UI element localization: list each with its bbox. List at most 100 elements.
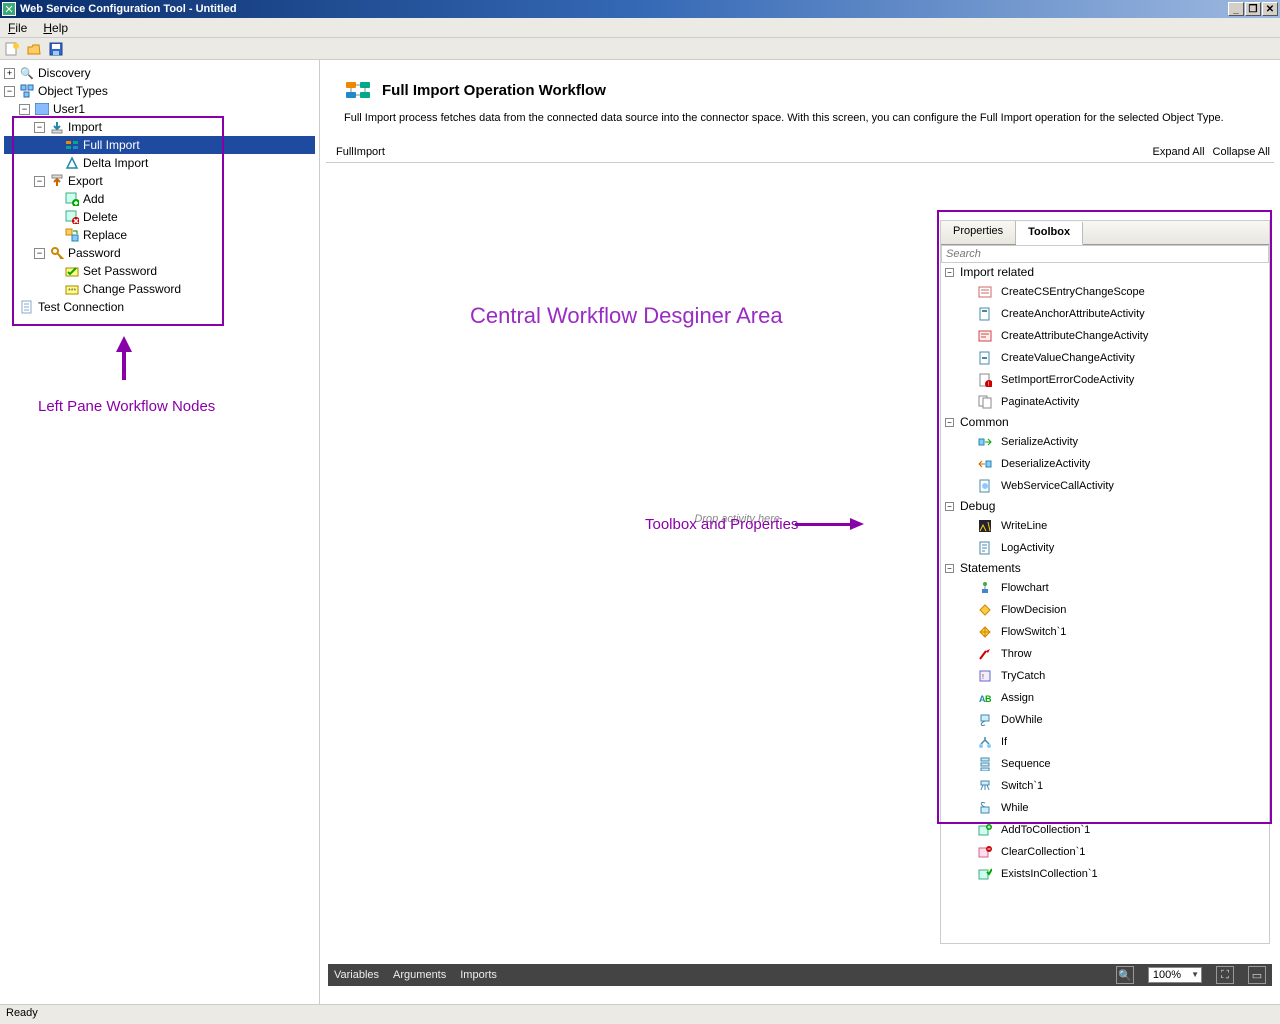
object-types-icon xyxy=(19,83,35,99)
toolbox-item-webservicecallactivity[interactable]: WebServiceCallActivity xyxy=(941,475,1269,497)
menu-file[interactable]: File xyxy=(0,19,35,37)
tree-node-test-connection[interactable]: Test Connection xyxy=(4,298,315,316)
existsincollection-icon xyxy=(977,866,993,882)
svg-text:B: B xyxy=(985,694,992,704)
password-icon xyxy=(49,245,65,261)
toolbox-group-debug[interactable]: −Debug xyxy=(941,497,1269,515)
close-button[interactable]: ✕ xyxy=(1262,2,1278,16)
tab-toolbox[interactable]: Toolbox xyxy=(1016,222,1083,245)
toolbox-list[interactable]: −Import related CreateCSEntryChangeScope… xyxy=(941,263,1269,943)
toolbox-item-clearcollection[interactable]: ClearCollection`1 xyxy=(941,841,1269,863)
activity-icon xyxy=(977,456,993,472)
imports-link[interactable]: Imports xyxy=(460,969,497,981)
minimize-button[interactable]: _ xyxy=(1228,2,1244,16)
svg-text:***: *** xyxy=(68,288,76,295)
tree-node-change-password[interactable]: *** Change Password xyxy=(4,280,315,298)
toolbox-item-flowdecision[interactable]: FlowDecision xyxy=(941,599,1269,621)
tree-node-user1[interactable]: − User1 xyxy=(4,100,315,118)
expand-icon[interactable]: + xyxy=(4,68,15,79)
tree-node-add[interactable]: Add xyxy=(4,190,315,208)
collapse-icon[interactable]: − xyxy=(34,248,45,259)
expand-all-link[interactable]: Expand All xyxy=(1153,146,1205,158)
toolbox-item-flowchart[interactable]: Flowchart xyxy=(941,577,1269,599)
toolbox-item-createcsentrychangescope[interactable]: CreateCSEntryChangeScope xyxy=(941,281,1269,303)
toolbox-item-flowswitch[interactable]: FlowSwitch`1 xyxy=(941,621,1269,643)
tree-node-import[interactable]: − Import xyxy=(4,118,315,136)
toolbox-item-dowhile[interactable]: DoWhile xyxy=(941,709,1269,731)
toolbar-save-icon[interactable] xyxy=(48,41,64,57)
flowchart-icon xyxy=(977,580,993,596)
collapse-icon[interactable]: − xyxy=(34,176,45,187)
toolbox-item-while[interactable]: While xyxy=(941,797,1269,819)
toolbox-item-addtocollection[interactable]: AddToCollection`1 xyxy=(941,819,1269,841)
toolbox-item-switch[interactable]: Switch`1 xyxy=(941,775,1269,797)
left-pane: + 🔍 Discovery − Object Types − User1 − I… xyxy=(0,60,320,1004)
tree-node-password[interactable]: − Password xyxy=(4,244,315,262)
canvas-breadcrumb-bar: FullImport Expand All Collapse All xyxy=(326,144,1274,163)
overview-icon[interactable]: ▭ xyxy=(1248,966,1266,984)
flowdecision-icon xyxy=(977,602,993,618)
switch-icon xyxy=(977,778,993,794)
toolbox-search-row xyxy=(941,245,1269,263)
toolbox-item-writeline[interactable]: WriteLine xyxy=(941,515,1269,537)
collapse-icon[interactable]: − xyxy=(945,418,954,427)
toolbox-item-createvaluechangeactivity[interactable]: CreateValueChangeActivity xyxy=(941,347,1269,369)
toolbox-item-deserializeactivity[interactable]: DeserializeActivity xyxy=(941,453,1269,475)
toolbox-item-paginateactivity[interactable]: PaginateActivity xyxy=(941,391,1269,413)
toolbar-new-icon[interactable] xyxy=(4,41,20,57)
toolbox-group-common[interactable]: −Common xyxy=(941,413,1269,431)
sequence-icon xyxy=(977,756,993,772)
breadcrumb[interactable]: FullImport xyxy=(336,146,1145,158)
addtocollection-icon xyxy=(977,822,993,838)
toolbox-item-serializeactivity[interactable]: SerializeActivity xyxy=(941,431,1269,453)
collapse-icon[interactable]: − xyxy=(34,122,45,133)
toolbox-item-throw[interactable]: Throw xyxy=(941,643,1269,665)
tree-node-object-types[interactable]: − Object Types xyxy=(4,82,315,100)
throw-icon xyxy=(977,646,993,662)
collapse-icon[interactable]: − xyxy=(19,104,30,115)
collapse-icon[interactable]: − xyxy=(945,502,954,511)
collapse-icon[interactable]: − xyxy=(945,268,954,277)
activity-icon xyxy=(977,434,993,450)
toolbox-group-import-related[interactable]: −Import related xyxy=(941,263,1269,281)
zoom-dropdown[interactable]: 100% xyxy=(1148,967,1202,983)
tree-node-delete[interactable]: Delete xyxy=(4,208,315,226)
tab-properties[interactable]: Properties xyxy=(941,221,1016,244)
search-icon[interactable]: 🔍 xyxy=(1116,966,1134,984)
designer-pane: Full Import Operation Workflow Full Impo… xyxy=(320,60,1280,1004)
side-panel-tabs: Properties Toolbox xyxy=(941,221,1269,245)
toolbar-open-icon[interactable] xyxy=(26,41,42,57)
arguments-link[interactable]: Arguments xyxy=(393,969,446,981)
menu-help[interactable]: Help xyxy=(35,19,76,37)
toolbox-item-existsincollection[interactable]: ExistsInCollection`1 xyxy=(941,863,1269,885)
toolbox-group-statements[interactable]: −Statements xyxy=(941,559,1269,577)
collapse-all-link[interactable]: Collapse All xyxy=(1213,146,1270,158)
toolbox-item-createattributechangeactivity[interactable]: CreateAttributeChangeActivity xyxy=(941,325,1269,347)
tree-node-replace[interactable]: Replace xyxy=(4,226,315,244)
toolbox-item-trycatch[interactable]: !TryCatch xyxy=(941,665,1269,687)
collapse-icon[interactable]: − xyxy=(945,564,954,573)
tree-node-delta-import[interactable]: Delta Import xyxy=(4,154,315,172)
export-icon xyxy=(49,173,65,189)
tree-node-export[interactable]: − Export xyxy=(4,172,315,190)
tree-view: + 🔍 Discovery − Object Types − User1 − I… xyxy=(4,64,315,316)
toolbox-item-assign[interactable]: ABAssign xyxy=(941,687,1269,709)
toolbox-search-input[interactable] xyxy=(941,245,1269,263)
maximize-button[interactable]: ❐ xyxy=(1245,2,1261,16)
toolbox-item-sequence[interactable]: Sequence xyxy=(941,753,1269,775)
import-icon xyxy=(49,119,65,135)
app-icon xyxy=(2,2,16,16)
change-password-icon: *** xyxy=(64,281,80,297)
toolbox-item-setimporterrorcodeactivity[interactable]: !SetImportErrorCodeActivity xyxy=(941,369,1269,391)
tree-node-full-import[interactable]: Full Import xyxy=(4,136,315,154)
fit-to-screen-icon[interactable]: ⛶ xyxy=(1216,966,1234,984)
activity-icon xyxy=(977,306,993,322)
tree-node-set-password[interactable]: Set Password xyxy=(4,262,315,280)
toolbox-item-createanchorattributeactivity[interactable]: CreateAnchorAttributeActivity xyxy=(941,303,1269,325)
svg-text:!: ! xyxy=(982,674,984,681)
toolbox-item-if[interactable]: If xyxy=(941,731,1269,753)
toolbox-item-logactivity[interactable]: LogActivity xyxy=(941,537,1269,559)
variables-link[interactable]: Variables xyxy=(334,969,379,981)
collapse-icon[interactable]: − xyxy=(4,86,15,97)
tree-node-discovery[interactable]: + 🔍 Discovery xyxy=(4,64,315,82)
